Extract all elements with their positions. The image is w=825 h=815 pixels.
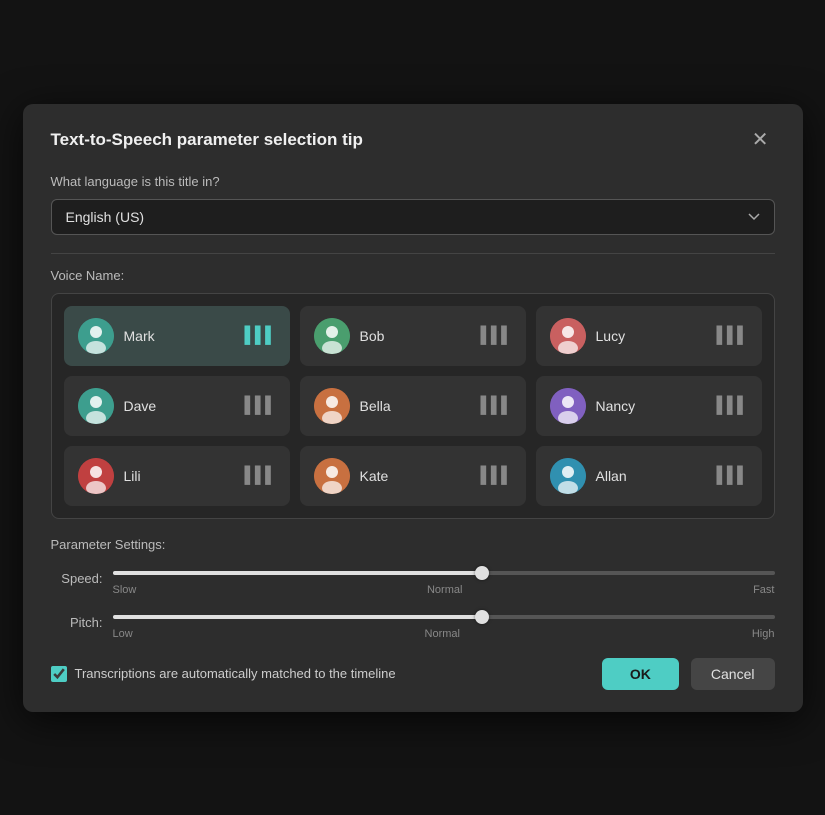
voice-avatar-dave xyxy=(78,388,114,424)
voice-card-kate[interactable]: Kate ▌▌▌ xyxy=(300,446,526,506)
speed-min-label: Slow xyxy=(113,584,137,596)
dialog-title: Text-to-Speech parameter selection tip xyxy=(51,130,363,150)
voice-avatar-lili xyxy=(78,458,114,494)
voice-name-lili: Lili xyxy=(124,468,235,484)
voice-wave-mark: ▌▌▌ xyxy=(244,327,275,345)
voice-name-dave: Dave xyxy=(124,398,235,414)
voice-wave-bob: ▌▌▌ xyxy=(480,327,511,345)
auto-match-checkbox[interactable] xyxy=(51,666,67,682)
speed-row: Speed: Slow Normal Fast xyxy=(51,562,775,596)
voice-section-label: Voice Name: xyxy=(51,268,775,283)
voice-card-lili[interactable]: Lili ▌▌▌ xyxy=(64,446,290,506)
pitch-slider[interactable] xyxy=(113,615,775,619)
voice-wave-nancy: ▌▌▌ xyxy=(716,397,747,415)
divider-1 xyxy=(51,253,775,254)
speed-labels: Slow Normal Fast xyxy=(113,584,775,596)
pitch-row: Pitch: Low Normal High xyxy=(51,606,775,640)
voice-wave-lucy: ▌▌▌ xyxy=(716,327,747,345)
pitch-slider-wrapper: Low Normal High xyxy=(113,606,775,640)
dialog-header: Text-to-Speech parameter selection tip ✕ xyxy=(51,128,775,152)
voice-avatar-kate xyxy=(314,458,350,494)
voice-card-bob[interactable]: Bob ▌▌▌ xyxy=(300,306,526,366)
voice-card-dave[interactable]: Dave ▌▌▌ xyxy=(64,376,290,436)
voice-avatar-bella xyxy=(314,388,350,424)
language-select[interactable]: English (US) English (UK) Spanish French… xyxy=(51,199,775,235)
pitch-min-label: Low xyxy=(113,628,133,640)
param-section: Parameter Settings: Speed: Slow Normal F… xyxy=(51,537,775,640)
voice-wave-bella: ▌▌▌ xyxy=(480,397,511,415)
voice-avatar-bob xyxy=(314,318,350,354)
voice-card-nancy[interactable]: Nancy ▌▌▌ xyxy=(536,376,762,436)
voice-grid-container: Mark ▌▌▌ Bob ▌▌▌ Lucy ▌▌▌ xyxy=(51,293,775,519)
voice-name-lucy: Lucy xyxy=(596,328,707,344)
language-question: What language is this title in? xyxy=(51,174,775,189)
voice-card-allan[interactable]: Allan ▌▌▌ xyxy=(536,446,762,506)
voice-name-bob: Bob xyxy=(360,328,471,344)
voice-avatar-mark xyxy=(78,318,114,354)
speed-max-label: Fast xyxy=(753,584,774,596)
pitch-label: Pitch: xyxy=(51,615,103,630)
dialog: Text-to-Speech parameter selection tip ✕… xyxy=(23,104,803,712)
speed-normal-label: Normal xyxy=(427,584,462,596)
close-button[interactable]: ✕ xyxy=(746,128,775,152)
footer-row: Transcriptions are automatically matched… xyxy=(51,658,775,690)
voice-card-lucy[interactable]: Lucy ▌▌▌ xyxy=(536,306,762,366)
voice-avatar-nancy xyxy=(550,388,586,424)
voice-wave-lili: ▌▌▌ xyxy=(244,467,275,485)
pitch-max-label: High xyxy=(752,628,775,640)
param-section-label: Parameter Settings: xyxy=(51,537,775,552)
checkbox-label[interactable]: Transcriptions are automatically matched… xyxy=(75,666,396,681)
voice-name-nancy: Nancy xyxy=(596,398,707,414)
voice-grid: Mark ▌▌▌ Bob ▌▌▌ Lucy ▌▌▌ xyxy=(64,306,762,506)
voice-wave-kate: ▌▌▌ xyxy=(480,467,511,485)
speed-slider-wrapper: Slow Normal Fast xyxy=(113,562,775,596)
speed-slider[interactable] xyxy=(113,571,775,575)
voice-name-bella: Bella xyxy=(360,398,471,414)
speed-label: Speed: xyxy=(51,571,103,586)
voice-name-mark: Mark xyxy=(124,328,235,344)
ok-button[interactable]: OK xyxy=(602,658,679,690)
voice-name-allan: Allan xyxy=(596,468,707,484)
voice-card-bella[interactable]: Bella ▌▌▌ xyxy=(300,376,526,436)
voice-avatar-allan xyxy=(550,458,586,494)
voice-card-mark[interactable]: Mark ▌▌▌ xyxy=(64,306,290,366)
voice-wave-allan: ▌▌▌ xyxy=(716,467,747,485)
pitch-labels: Low Normal High xyxy=(113,628,775,640)
voice-name-kate: Kate xyxy=(360,468,471,484)
cancel-button[interactable]: Cancel xyxy=(691,658,775,690)
voice-avatar-lucy xyxy=(550,318,586,354)
pitch-normal-label: Normal xyxy=(425,628,460,640)
voice-wave-dave: ▌▌▌ xyxy=(244,397,275,415)
checkbox-row: Transcriptions are automatically matched… xyxy=(51,666,590,682)
